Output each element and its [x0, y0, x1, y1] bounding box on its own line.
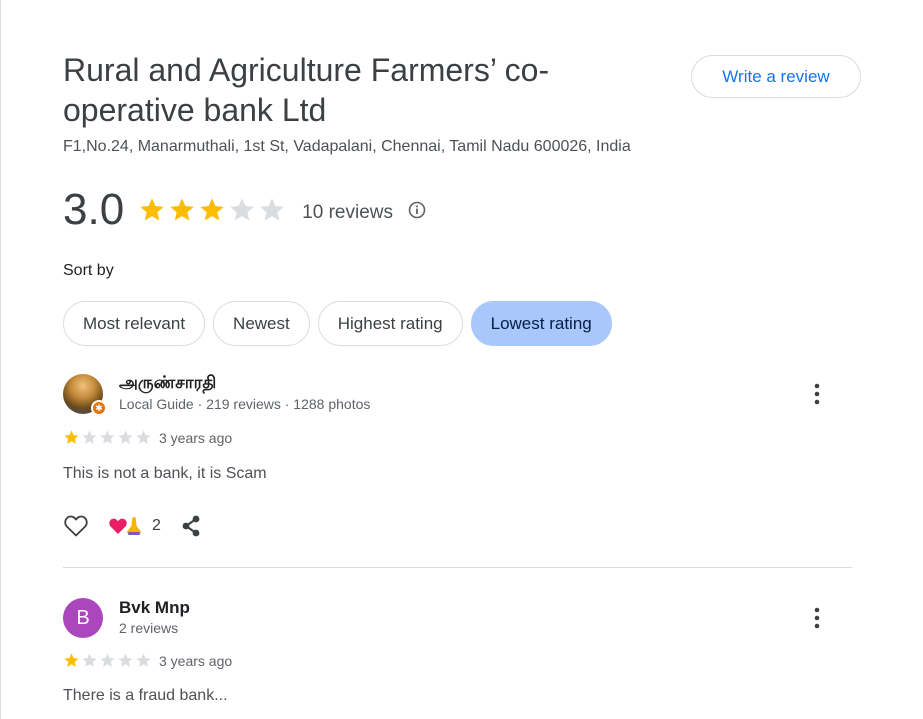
- star-icon: [140, 198, 164, 221]
- reviewer-meta[interactable]: Local Guide · 219 reviews · 1288 photos: [119, 396, 370, 412]
- star-icon: [64, 653, 79, 667]
- write-review-button[interactable]: Write a review: [691, 55, 861, 98]
- review-item: B Bvk Mnp 2 reviews 3 years ago There is…: [63, 597, 852, 707]
- heart-outline-icon[interactable]: [63, 513, 89, 539]
- star-icon: [100, 653, 115, 667]
- reviewer-avatar[interactable]: ✱: [63, 374, 107, 416]
- star-icon: [100, 430, 115, 444]
- sort-label: Sort by: [63, 262, 114, 279]
- reviews-count: 10 reviews: [302, 202, 393, 223]
- reviewer-name[interactable]: அருண்சாரதி: [119, 373, 216, 395]
- star-icon: [200, 198, 224, 221]
- review-divider: [63, 567, 852, 568]
- more-vert-icon[interactable]: [807, 380, 827, 408]
- business-name: Rural and Agriculture Farmers’ co-operat…: [63, 52, 550, 128]
- info-icon[interactable]: [407, 200, 427, 220]
- business-address: F1,No.24, Manarmuthali, 1st St, Vadapala…: [63, 138, 631, 155]
- star-icon: [82, 653, 97, 667]
- share-icon[interactable]: [179, 514, 203, 538]
- star-icon: [170, 198, 194, 221]
- star-icon: [136, 653, 151, 667]
- review-rating-stars: [63, 429, 152, 446]
- review-actions: 2: [63, 513, 203, 539]
- star-icon: [230, 198, 254, 221]
- review-time: 3 years ago: [159, 653, 233, 669]
- star-icon: [64, 430, 79, 444]
- sort-chip-most-relevant[interactable]: Most relevant: [63, 301, 206, 346]
- average-rating-stars: [138, 196, 286, 224]
- sort-chip-lowest-rating[interactable]: Lowest rating: [470, 301, 612, 346]
- star-icon: [260, 198, 284, 221]
- reaction-icons: [109, 517, 141, 535]
- reaction-count: 2: [152, 517, 161, 534]
- star-icon: [118, 430, 133, 444]
- review-time: 3 years ago: [159, 430, 233, 446]
- review-rating-stars: [63, 652, 152, 669]
- more-vert-icon[interactable]: [807, 604, 827, 632]
- star-icon: [136, 430, 151, 444]
- star-icon: [82, 430, 97, 444]
- review-text: There is a fraud bank...: [63, 687, 228, 704]
- star-icon: [118, 653, 133, 667]
- reviewer-name[interactable]: Bvk Mnp: [119, 598, 190, 618]
- review-text: This is not a bank, it is Scam: [63, 465, 267, 482]
- local-guide-badge-icon: ✱: [91, 400, 107, 416]
- review-item: ✱ அருண்சாரதி Local Guide · 219 reviews ·…: [63, 373, 852, 553]
- sort-options: Most relevant Newest Highest rating Lowe…: [63, 301, 612, 346]
- panel-left-border: [0, 0, 1, 719]
- reactions-summary[interactable]: 2: [108, 515, 161, 537]
- reviewer-avatar[interactable]: B: [63, 598, 103, 638]
- rating-summary: 3.0 10 reviews: [63, 182, 427, 238]
- reviewer-meta[interactable]: 2 reviews: [119, 620, 178, 636]
- reviewer-avatar-letter: B: [63, 598, 103, 638]
- average-rating: 3.0: [63, 185, 125, 234]
- sort-chip-newest[interactable]: Newest: [213, 301, 310, 346]
- sort-chip-highest-rating[interactable]: Highest rating: [317, 301, 463, 346]
